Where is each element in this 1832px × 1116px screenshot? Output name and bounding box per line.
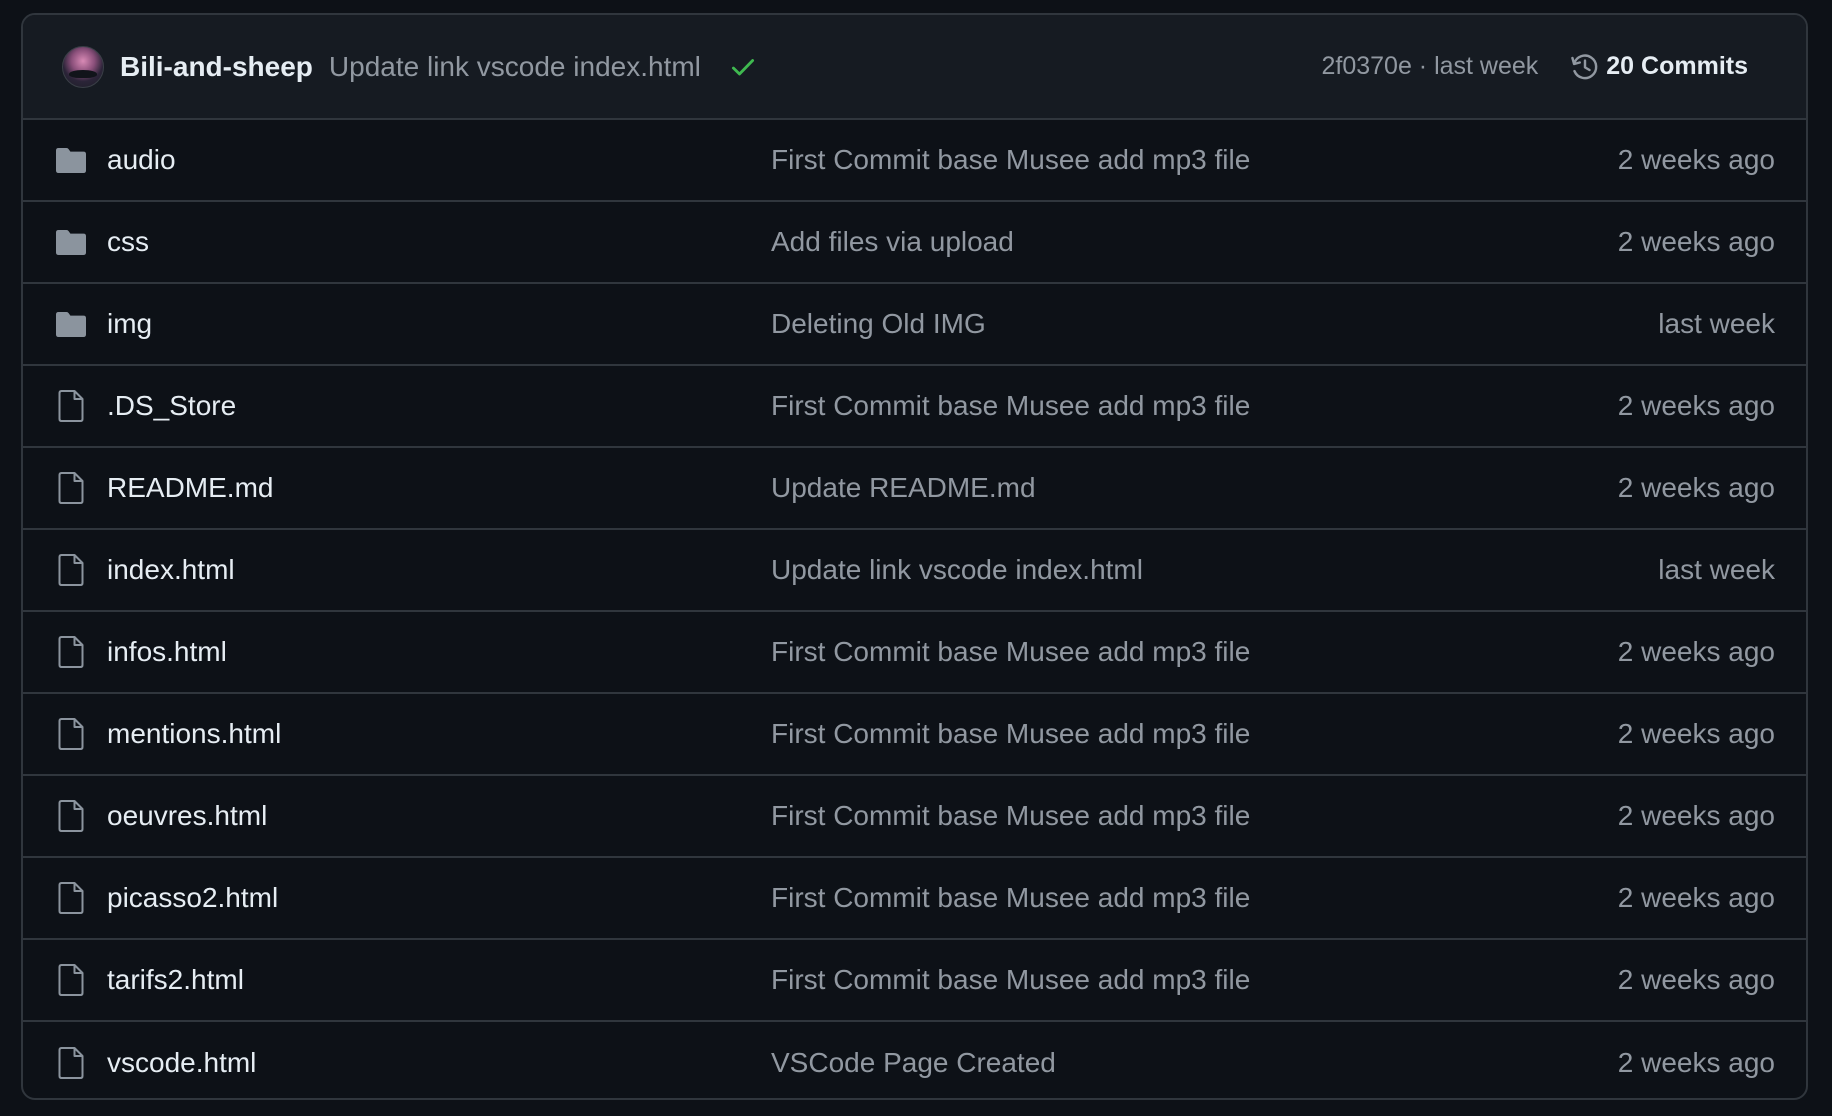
commit-time: 2 weeks ago	[1617, 390, 1775, 421]
file-row[interactable]: oeuvres.html First Commit base Musee add …	[23, 776, 1806, 858]
file-list: audio First Commit base Musee add mp3 fil…	[23, 120, 1806, 1098]
commit-time: last week	[1658, 554, 1775, 585]
latest-commit-message[interactable]: Update link vscode index.html	[329, 51, 701, 83]
file-row[interactable]: .DS_Store First Commit base Musee add mp3…	[23, 366, 1806, 448]
file-name-link[interactable]: tarifs2.html	[107, 964, 244, 996]
file-name-link[interactable]: mentions.html	[107, 718, 281, 750]
commit-message-link[interactable]: VSCode Page Created	[771, 1047, 1056, 1079]
commit-message-link[interactable]: Update README.md	[771, 472, 1036, 504]
commit-time: 2 weeks ago	[1617, 144, 1775, 175]
commit-time: 2 weeks ago	[1617, 1047, 1775, 1078]
file-row[interactable]: picasso2.html First Commit base Musee add…	[23, 858, 1806, 940]
file-name-link[interactable]: index.html	[107, 554, 235, 586]
commits-count-link[interactable]: 20 Commits	[1606, 52, 1748, 81]
file-icon	[53, 470, 89, 506]
commit-time: last week	[1658, 308, 1775, 339]
file-icon	[53, 1045, 89, 1081]
commit-message-link[interactable]: First Commit base Musee add mp3 file	[771, 144, 1250, 176]
commit-time: 2 weeks ago	[1617, 882, 1775, 913]
commit-message-link[interactable]: First Commit base Musee add mp3 file	[771, 964, 1250, 996]
file-row[interactable]: README.md Update README.md 2 weeks ago	[23, 448, 1806, 530]
file-row[interactable]: tarifs2.html First Commit base Musee add …	[23, 940, 1806, 1022]
latest-commit-header: Bili-and-sheep Update link vscode index.…	[23, 15, 1806, 120]
commit-message-link[interactable]: Update link vscode index.html	[771, 554, 1143, 586]
commit-message-link[interactable]: First Commit base Musee add mp3 file	[771, 800, 1250, 832]
check-icon[interactable]	[729, 53, 757, 81]
file-row[interactable]: vscode.html VSCode Page Created 2 weeks ag…	[23, 1022, 1806, 1098]
commit-time: 2 weeks ago	[1617, 964, 1775, 995]
file-icon	[53, 962, 89, 998]
commit-time: 2 weeks ago	[1617, 718, 1775, 749]
file-name-link[interactable]: css	[107, 226, 149, 258]
file-row[interactable]: index.html Update link vscode index.html l…	[23, 530, 1806, 612]
file-icon	[53, 716, 89, 752]
file-browser-panel: Bili-and-sheep Update link vscode index.…	[21, 13, 1808, 1100]
commit-message-link[interactable]: First Commit base Musee add mp3 file	[771, 882, 1250, 914]
commit-author[interactable]: Bili-and-sheep	[120, 51, 313, 83]
file-icon	[53, 634, 89, 670]
file-name-link[interactable]: picasso2.html	[107, 882, 278, 914]
file-row[interactable]: audio First Commit base Musee add mp3 fil…	[23, 120, 1806, 202]
author-avatar[interactable]	[62, 45, 104, 88]
file-name-link[interactable]: oeuvres.html	[107, 800, 267, 832]
commit-message-link[interactable]: Deleting Old IMG	[771, 308, 986, 340]
file-icon	[53, 388, 89, 424]
file-row[interactable]: css Add files via upload 2 weeks ago	[23, 202, 1806, 284]
commit-time: 2 weeks ago	[1617, 800, 1775, 831]
file-name-link[interactable]: audio	[107, 144, 176, 176]
history-icon[interactable]	[1570, 52, 1600, 82]
commit-message-link[interactable]: First Commit base Musee add mp3 file	[771, 718, 1250, 750]
file-name-link[interactable]: infos.html	[107, 636, 227, 668]
folder-icon	[53, 224, 89, 260]
file-row[interactable]: img Deleting Old IMG last week	[23, 284, 1806, 366]
folder-icon	[53, 142, 89, 178]
file-icon	[53, 798, 89, 834]
file-icon	[53, 880, 89, 916]
file-name-link[interactable]: img	[107, 308, 152, 340]
file-name-link[interactable]: vscode.html	[107, 1047, 256, 1079]
file-row[interactable]: infos.html First Commit base Musee add mp…	[23, 612, 1806, 694]
file-row[interactable]: mentions.html First Commit base Musee add…	[23, 694, 1806, 776]
commit-time: 2 weeks ago	[1617, 636, 1775, 667]
folder-icon	[53, 306, 89, 342]
file-name-link[interactable]: .DS_Store	[107, 390, 236, 422]
commit-message-link[interactable]: First Commit base Musee add mp3 file	[771, 390, 1250, 422]
commit-time: 2 weeks ago	[1617, 472, 1775, 503]
file-name-link[interactable]: README.md	[107, 472, 273, 504]
commit-time: 2 weeks ago	[1617, 226, 1775, 257]
commit-message-link[interactable]: Add files via upload	[771, 226, 1014, 258]
commit-sha-time[interactable]: 2f0370e · last week	[1321, 52, 1538, 81]
file-icon	[53, 552, 89, 588]
commit-message-link[interactable]: First Commit base Musee add mp3 file	[771, 636, 1250, 668]
